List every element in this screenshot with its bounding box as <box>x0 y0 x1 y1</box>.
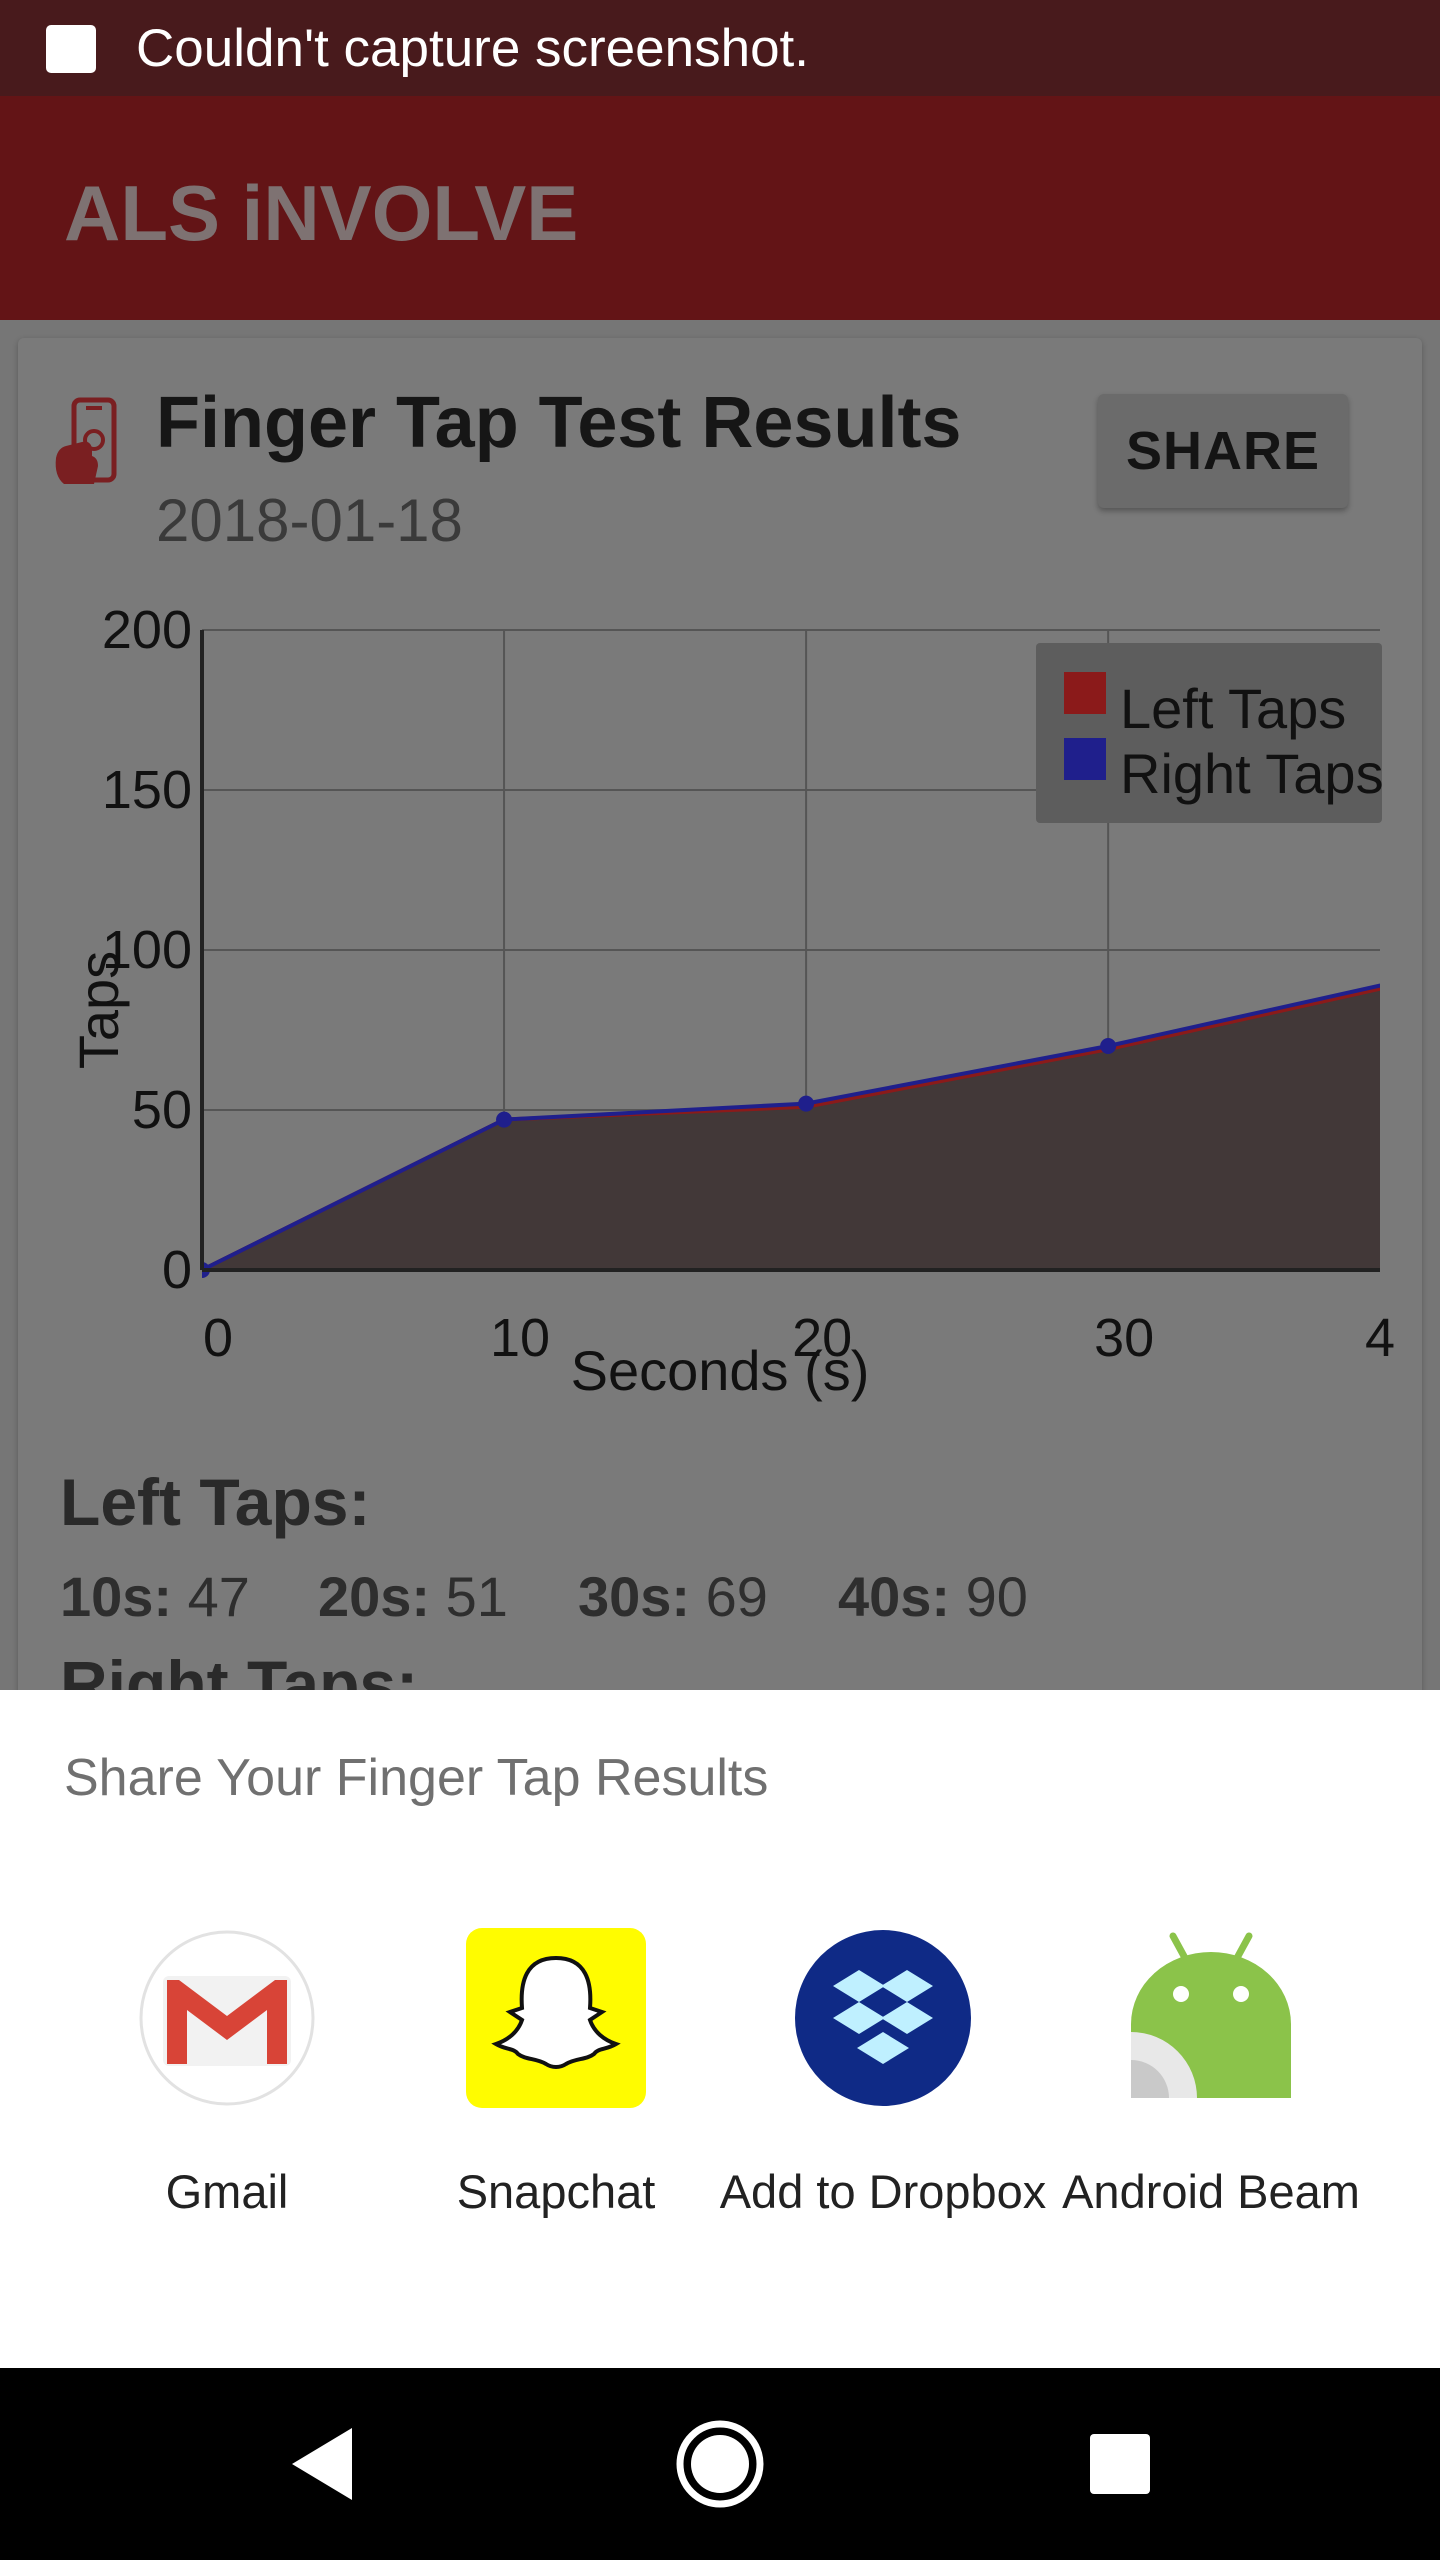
y-tick-label: 200 <box>102 600 192 660</box>
back-icon[interactable] <box>252 2368 392 2560</box>
legend-swatch-right <box>1064 738 1106 780</box>
x-tick-label: 4 <box>1365 1308 1395 1368</box>
gmail-label: Gmail <box>165 2165 289 2218</box>
x-tick-label: 10 <box>490 1308 550 1368</box>
share-sheet: Share Your Finger Tap Results Gmail Snap… <box>0 1690 1440 2368</box>
x-axis-label: Seconds (s) <box>571 1339 870 1402</box>
left-taps-item: 40s: 90 <box>838 1565 1028 1628</box>
snapchat-icon <box>466 1928 646 2108</box>
y-tick-label: 0 <box>162 1240 192 1300</box>
left-taps-item: 30s: 69 <box>578 1565 768 1628</box>
legend-label-right: Right Taps <box>1120 742 1384 805</box>
left-taps-item: 10s: 47 <box>60 1565 250 1628</box>
navigation-bar <box>0 2368 1440 2560</box>
y-axis-label: Taps <box>67 951 130 1069</box>
android-beam-icon <box>1131 1932 1291 2098</box>
right-taps-point <box>1402 971 1418 987</box>
share-target-snapchat[interactable]: Snapchat <box>391 1928 721 2258</box>
x-tick-label: 30 <box>1094 1308 1154 1368</box>
share-target-dropbox[interactable]: Add to Dropbox <box>718 1928 1048 2258</box>
left-taps-title: Left Taps: <box>60 1465 371 1539</box>
share-target-gmail[interactable]: Gmail <box>62 1928 392 2258</box>
right-taps-point <box>496 1111 513 1128</box>
legend-swatch-left <box>1064 672 1106 714</box>
y-tick-label: 150 <box>102 760 192 820</box>
recents-icon[interactable] <box>1050 2368 1190 2560</box>
android-beam-label: Android Beam <box>1062 2165 1360 2218</box>
x-tick-label: 0 <box>203 1308 233 1368</box>
finger-tap-chart: 0501001502000 10 20 30 4 Seconds (s) Taps Le… <box>67 600 1418 1402</box>
legend-label-left: Left Taps <box>1120 677 1346 740</box>
chart-legend: Left Taps Right Taps <box>1036 643 1384 823</box>
right-taps-point <box>1100 1038 1117 1054</box>
share-target-android-beam[interactable]: Android Beam <box>1046 1928 1376 2258</box>
dropbox-icon <box>795 1930 971 2106</box>
snapchat-label: Snapchat <box>456 2165 656 2218</box>
right-taps-point <box>798 1095 815 1112</box>
home-icon[interactable] <box>650 2368 790 2560</box>
share-sheet-title: Share Your Finger Tap Results <box>64 1749 769 1807</box>
y-tick-label: 50 <box>132 1080 192 1140</box>
dropbox-label: Add to Dropbox <box>719 2165 1047 2218</box>
gmail-icon <box>139 1930 315 2106</box>
left-taps-item: 20s: 51 <box>318 1565 508 1628</box>
